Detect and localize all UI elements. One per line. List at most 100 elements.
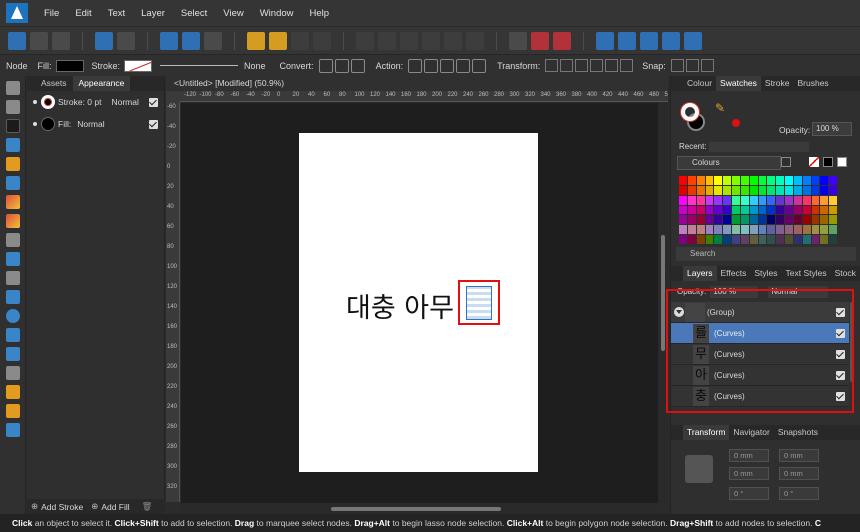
transform-h-field[interactable]: 0 mm	[779, 467, 819, 480]
show-grid-icon[interactable]	[590, 59, 604, 72]
color-swatch[interactable]	[705, 225, 714, 235]
reverse-curves-icon[interactable]	[472, 58, 487, 73]
fill-swatch[interactable]	[55, 59, 84, 72]
color-swatch[interactable]	[820, 225, 829, 235]
color-swatch[interactable]	[811, 205, 820, 215]
document-setup-icon[interactable]	[95, 31, 113, 50]
color-swatch[interactable]	[829, 215, 837, 225]
color-swatch[interactable]	[785, 215, 793, 225]
menu-layer[interactable]: Layer	[141, 8, 165, 19]
artboard-tool-icon[interactable]	[5, 100, 20, 114]
tab-layers[interactable]: Layers	[683, 266, 717, 281]
corner-tool-icon[interactable]	[5, 138, 20, 152]
node-tool-icon[interactable]	[5, 119, 20, 133]
color-swatch[interactable]	[687, 185, 696, 195]
color-swatch[interactable]	[740, 225, 749, 235]
color-swatch[interactable]	[820, 205, 829, 215]
align-right-icon[interactable]	[400, 31, 418, 50]
arrange-back-icon[interactable]	[313, 31, 331, 50]
color-swatch[interactable]	[820, 215, 829, 225]
vector-brush-tool-icon[interactable]	[5, 195, 20, 209]
stroke-visible-checkbox[interactable]	[149, 97, 158, 107]
add-stroke-icon[interactable]: ⊕	[31, 501, 38, 512]
color-swatch[interactable]	[767, 176, 776, 185]
tab-colour[interactable]: Colour	[683, 76, 716, 91]
color-swatch[interactable]	[785, 185, 793, 195]
selected-glyph-nodes[interactable]	[466, 286, 492, 320]
pixel-grid-icon[interactable]	[509, 31, 527, 50]
color-swatch[interactable]	[705, 235, 714, 244]
color-swatch[interactable]	[802, 235, 811, 244]
color-swatch[interactable]	[811, 215, 820, 225]
tab-stock[interactable]: Stock	[831, 266, 860, 281]
boolean-xor-icon[interactable]	[662, 31, 680, 50]
vertical-scroll-thumb[interactable]	[661, 235, 665, 351]
menu-edit[interactable]: Edit	[75, 8, 91, 19]
color-swatch[interactable]	[758, 195, 767, 205]
color-swatch[interactable]	[802, 176, 811, 185]
color-swatch[interactable]	[829, 235, 837, 244]
join-curves-icon[interactable]	[456, 58, 471, 73]
snap-grid-icon[interactable]	[700, 59, 714, 72]
layer-visibility-checkbox[interactable]	[836, 308, 845, 317]
color-swatch[interactable]	[820, 195, 829, 205]
color-swatch[interactable]	[829, 195, 837, 205]
color-swatch[interactable]	[785, 205, 793, 215]
trash-icon[interactable]: 🗑	[142, 501, 153, 512]
convert-smooth-icon[interactable]	[334, 58, 349, 73]
tab-snapshots[interactable]: Snapshots	[774, 425, 822, 440]
color-swatch[interactable]	[776, 185, 784, 195]
layers-scrollbar[interactable]	[850, 302, 854, 382]
move-tool-icon[interactable]	[5, 81, 20, 95]
rounded-rectangle-tool-icon[interactable]	[5, 328, 20, 342]
layer-row[interactable]: 아 (Curves)	[671, 365, 849, 386]
color-swatch[interactable]	[732, 235, 740, 244]
color-swatch[interactable]	[802, 225, 811, 235]
tab-styles[interactable]: Styles	[750, 266, 781, 281]
color-swatch[interactable]	[714, 225, 723, 235]
layer-row-group[interactable]: (Group)	[671, 302, 849, 323]
color-swatch[interactable]	[767, 235, 776, 244]
tab-stroke[interactable]: Stroke	[761, 76, 794, 91]
add-fill-icon[interactable]: ⊕	[91, 501, 98, 512]
stroke-style-preview[interactable]	[160, 65, 239, 66]
tab-assets[interactable]: Assets	[35, 76, 73, 91]
selected-glyph-highlight[interactable]	[458, 280, 500, 325]
color-swatch[interactable]	[705, 205, 714, 215]
color-swatch[interactable]	[714, 195, 723, 205]
stroke-blend-mode[interactable]: Normal	[111, 97, 138, 107]
arrange-backward-icon[interactable]	[291, 31, 309, 50]
fill-tool-icon[interactable]	[5, 214, 20, 228]
palette-menu-icon[interactable]	[781, 157, 791, 167]
flip-icon[interactable]	[444, 31, 462, 50]
break-curve-icon[interactable]	[408, 58, 423, 73]
arrange-front-icon[interactable]	[247, 31, 265, 50]
designer-persona-icon[interactable]	[8, 31, 26, 50]
transform-w-field[interactable]: 0 mm	[779, 449, 819, 462]
color-swatch[interactable]	[793, 195, 802, 205]
color-swatch[interactable]	[793, 176, 802, 185]
appearance-stroke-row[interactable]: Stroke: 0 pt Normal	[27, 91, 164, 113]
layer-row[interactable]: 충 (Curves)	[671, 386, 849, 407]
none-swatch-icon[interactable]	[809, 157, 819, 167]
layer-visibility-checkbox[interactable]	[836, 371, 845, 380]
color-swatch[interactable]	[776, 215, 784, 225]
ellipse-tool-icon[interactable]	[5, 309, 20, 323]
color-swatch[interactable]	[758, 215, 767, 225]
color-swatch[interactable]	[749, 195, 758, 205]
affinity-designer-logo[interactable]	[6, 3, 28, 23]
snap-curves-icon[interactable]	[670, 59, 684, 72]
color-swatch[interactable]	[802, 205, 811, 215]
color-swatch[interactable]	[820, 176, 829, 185]
text-tool-icon[interactable]	[5, 366, 20, 380]
snapping-magnet-icon[interactable]	[553, 31, 571, 50]
transform-mode-icon[interactable]	[545, 59, 559, 72]
convert-smart-icon[interactable]	[350, 58, 365, 73]
color-swatch[interactable]	[776, 235, 784, 244]
color-swatch[interactable]	[785, 225, 793, 235]
color-swatch[interactable]	[696, 176, 705, 185]
selection-box-icon[interactable]	[182, 31, 200, 50]
color-swatch[interactable]	[802, 195, 811, 205]
menu-view[interactable]: View	[223, 8, 243, 19]
transform-mode-icon[interactable]	[204, 31, 222, 50]
